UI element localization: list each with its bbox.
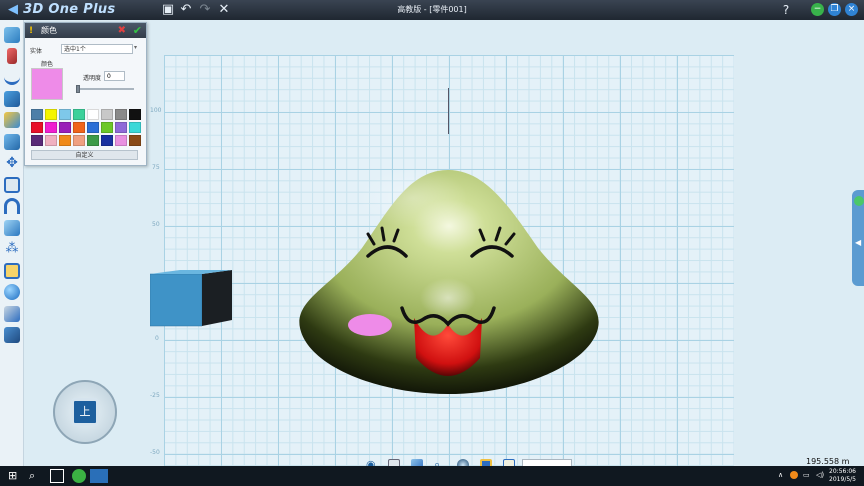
color-panel: ! 颜色 ✖ ✔ 实体 选中1个 ▾ 颜色 透明度 0 自定义 — [24, 22, 147, 166]
cube-icon[interactable] — [4, 134, 20, 150]
title-bar: ◀ 3D One Plus ▣ ↶ ↷ ✕ 高教版 - [零件001] ? − … — [0, 0, 864, 20]
color-swatch[interactable] — [115, 109, 127, 120]
opacity-input[interactable]: 0 — [104, 71, 125, 81]
close-window-button[interactable]: × — [845, 3, 858, 16]
face-edit-icon[interactable] — [4, 220, 20, 236]
color-swatch[interactable] — [115, 135, 127, 146]
tray-up-arrow-icon[interactable]: ∧ — [778, 471, 783, 479]
color-swatch[interactable] — [45, 135, 57, 146]
taskbar: ⊞ ⌕ ∧ ▭ ◁) 20:56:06 2019/5/5 — [0, 466, 864, 486]
tray-app-icon[interactable] — [790, 471, 798, 479]
color-swatch[interactable] — [101, 109, 113, 120]
color-swatch[interactable] — [73, 135, 85, 146]
opacity-slider-track[interactable] — [76, 88, 134, 90]
color-swatch[interactable] — [87, 122, 99, 133]
array-icon[interactable]: ⁂ — [4, 241, 20, 257]
grid-label-y-neg50: -50 — [150, 449, 160, 456]
coordinate-unit: m — [841, 457, 850, 466]
3done-app-icon[interactable] — [90, 469, 108, 483]
color-swatch[interactable] — [59, 135, 71, 146]
z-axis-line — [448, 88, 449, 134]
color-swatch[interactable] — [115, 122, 127, 133]
sketch-icon[interactable] — [7, 48, 17, 64]
color-swatch[interactable] — [129, 109, 141, 120]
solid-edit-icon[interactable] — [4, 112, 20, 128]
color-swatch[interactable] — [31, 122, 43, 133]
grid-label-y-50: 50 — [152, 221, 160, 228]
curve-icon[interactable] — [4, 69, 20, 85]
color-swatch[interactable] — [45, 122, 57, 133]
combine-icon[interactable] — [4, 177, 20, 193]
clock-date: 2019/5/5 — [829, 476, 856, 483]
color-swatch[interactable] — [129, 122, 141, 133]
color-swatch[interactable] — [59, 109, 71, 120]
network-icon[interactable]: ▭ — [803, 471, 810, 479]
measure-icon[interactable] — [4, 263, 20, 279]
minimize-button[interactable]: − — [811, 3, 824, 16]
window-title: 高教版 - [零件001] — [397, 5, 467, 14]
color-swatch-grid — [31, 109, 141, 146]
redo-icon[interactable]: ↷ — [197, 2, 213, 18]
status-dot-icon — [854, 196, 864, 206]
color-swatch[interactable] — [87, 109, 99, 120]
coordinate-value: 195.558 — [806, 457, 840, 466]
undo-icon[interactable]: ↶ — [178, 2, 194, 18]
color-swatch[interactable] — [73, 122, 85, 133]
windows-start-icon[interactable]: ⊞ — [8, 469, 22, 483]
system-clock[interactable]: 20:56:06 2019/5/5 — [829, 468, 856, 484]
chevron-down-icon[interactable]: ▾ — [134, 44, 137, 51]
app-green-icon[interactable] — [72, 469, 86, 483]
layers-icon[interactable] — [4, 306, 20, 322]
volume-icon[interactable]: ◁) — [816, 471, 824, 479]
app-logo: ◀ 3D One Plus — [8, 2, 116, 17]
left-toolbar: ✥ ⁂ — [0, 20, 24, 466]
material-ball-icon[interactable] — [4, 284, 20, 300]
blue-cube-model[interactable] — [150, 268, 236, 328]
coordinate-readout: 195.558 m — [806, 457, 849, 466]
grid-label-y-100: 100 — [150, 107, 162, 114]
entity-select[interactable]: 选中1个 — [61, 44, 133, 54]
search-icon[interactable]: ⌕ — [29, 469, 43, 483]
custom-color-button[interactable]: 自定义 — [31, 150, 138, 160]
color-swatch[interactable] — [87, 135, 99, 146]
color-swatch[interactable] — [101, 122, 113, 133]
grid-label-y-75: 75 — [152, 164, 160, 171]
warning-icon: ! — [29, 26, 34, 36]
panel-title: 颜色 — [41, 26, 57, 35]
confirm-icon[interactable]: ✔ — [133, 23, 142, 38]
right-side-tab[interactable]: ◀ — [852, 190, 864, 286]
view-navigator[interactable]: 上 — [53, 380, 117, 444]
color-label: 颜色 — [41, 61, 54, 68]
primitive-shapes-icon[interactable] — [4, 27, 20, 43]
color-swatch[interactable] — [45, 109, 57, 120]
magnet-icon[interactable] — [4, 198, 20, 214]
grid-label-y-0: 0 — [155, 335, 159, 342]
color-swatch[interactable] — [31, 135, 43, 146]
clock-time: 20:56:06 — [829, 468, 856, 475]
3d-viewport[interactable]: 100 75 50 25 0 -25 -50 — [24, 20, 864, 471]
extrude-icon[interactable] — [4, 91, 20, 107]
view-cube-top-face[interactable]: 上 — [71, 398, 99, 426]
color-panel-header: ! 颜色 ✖ ✔ — [25, 23, 146, 38]
entity-label: 实体 — [30, 48, 43, 55]
move-icon[interactable]: ✥ — [4, 155, 20, 171]
save-icon[interactable]: ▣ — [160, 2, 176, 18]
task-view-icon[interactable] — [50, 469, 64, 483]
expand-arrow-icon[interactable]: ◀ — [855, 238, 861, 247]
color-swatch[interactable] — [59, 122, 71, 133]
assembly-icon[interactable] — [4, 327, 20, 343]
opacity-label: 透明度 — [83, 75, 102, 82]
color-swatch[interactable] — [31, 109, 43, 120]
cancel-icon[interactable]: ✖ — [118, 23, 126, 38]
opacity-slider-thumb[interactable] — [76, 85, 80, 93]
color-swatch[interactable] — [129, 135, 141, 146]
current-color-preview[interactable] — [31, 68, 63, 100]
color-swatch[interactable] — [73, 109, 85, 120]
close-icon[interactable]: ✕ — [216, 2, 232, 18]
help-icon[interactable]: ? — [778, 2, 794, 18]
grid-label-y-neg25: -25 — [150, 392, 160, 399]
color-swatch[interactable] — [101, 135, 113, 146]
dumpling-face-model[interactable] — [298, 168, 604, 396]
restore-button[interactable]: ❐ — [828, 3, 841, 16]
